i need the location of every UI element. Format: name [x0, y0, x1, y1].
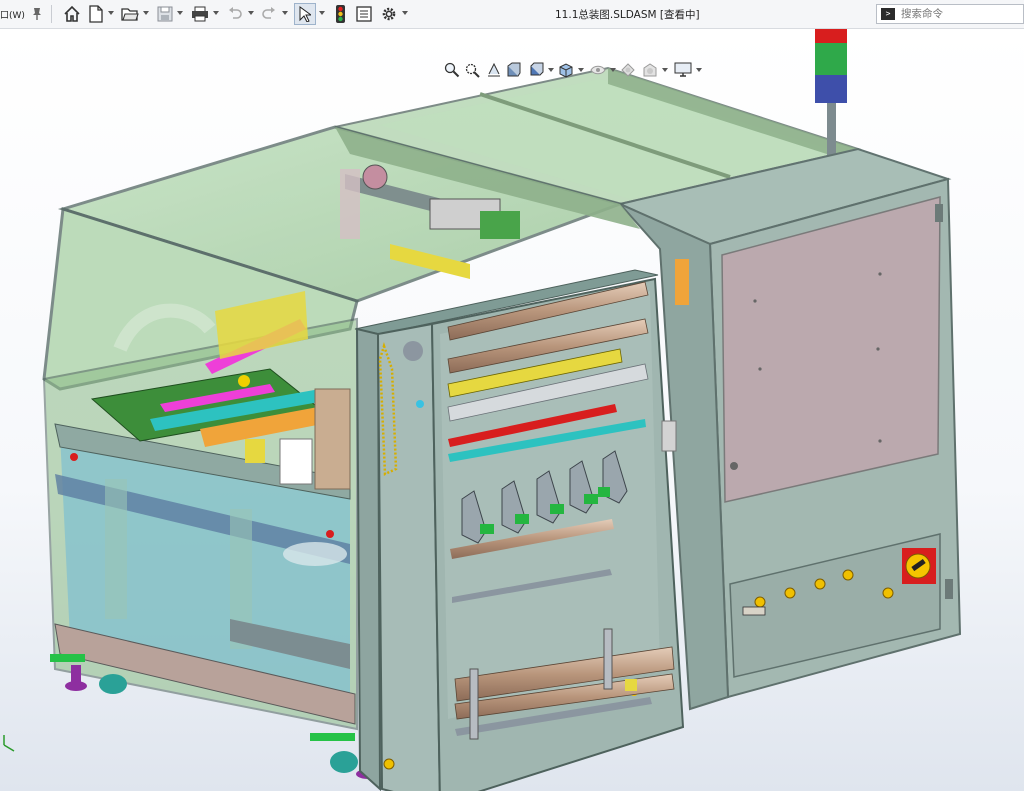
open-dropdown-icon[interactable] [143, 11, 149, 15]
print-dropdown-icon[interactable] [213, 11, 219, 15]
window-menu-fragment[interactable]: 口(W) [0, 8, 25, 21]
previous-view-icon[interactable] [486, 60, 504, 80]
title-toolbar: 口(W) 11.1总装图.SLDASM [查看中] > [0, 0, 1024, 29]
select-arrow-icon[interactable] [294, 3, 316, 25]
rebuild-traffic-light-icon[interactable] [333, 3, 347, 25]
graphics-area[interactable] [0, 29, 1024, 791]
open-folder-icon[interactable] [120, 3, 140, 25]
save-dropdown-icon[interactable] [177, 11, 183, 15]
view-settings-icon[interactable] [674, 60, 694, 80]
pin-icon[interactable] [29, 3, 45, 25]
redo-dropdown-icon[interactable] [282, 11, 288, 15]
view-orientation-icon[interactable] [528, 60, 546, 80]
save-icon[interactable] [156, 3, 174, 25]
edit-appearance-icon[interactable] [620, 60, 638, 80]
undo-icon[interactable] [226, 3, 244, 25]
apply-scene-icon[interactable] [642, 60, 660, 80]
apply-scene-dropdown-icon[interactable] [662, 68, 668, 72]
hide-show-items-icon[interactable] [590, 60, 608, 80]
document-title: 11.1总装图.SLDASM [查看中] [555, 9, 700, 21]
select-dropdown-icon[interactable] [319, 11, 325, 15]
hide-show-dropdown-icon[interactable] [610, 68, 616, 72]
assembly-model [0, 29, 1024, 791]
zoom-to-area-icon[interactable] [464, 60, 482, 80]
view-orientation-dropdown-icon[interactable] [548, 68, 554, 72]
command-prompt-icon: > [881, 8, 895, 20]
new-document-icon[interactable] [87, 3, 105, 25]
command-search[interactable]: > [876, 4, 1024, 24]
display-style-icon[interactable] [558, 60, 576, 80]
view-settings-dropdown-icon[interactable] [696, 68, 702, 72]
zoom-to-fit-icon[interactable] [444, 60, 462, 80]
section-view-icon[interactable] [506, 60, 524, 80]
options-gear-icon[interactable] [379, 3, 399, 25]
search-input[interactable] [901, 8, 1021, 20]
display-style-dropdown-icon[interactable] [578, 68, 584, 72]
redo-icon[interactable] [260, 3, 278, 25]
options-dropdown-icon[interactable] [402, 11, 408, 15]
file-properties-icon[interactable] [354, 3, 374, 25]
new-dropdown-icon[interactable] [108, 11, 114, 15]
toolbar-separator [51, 5, 52, 23]
undo-dropdown-icon[interactable] [248, 11, 254, 15]
home-icon[interactable] [62, 3, 82, 25]
print-icon[interactable] [190, 3, 210, 25]
